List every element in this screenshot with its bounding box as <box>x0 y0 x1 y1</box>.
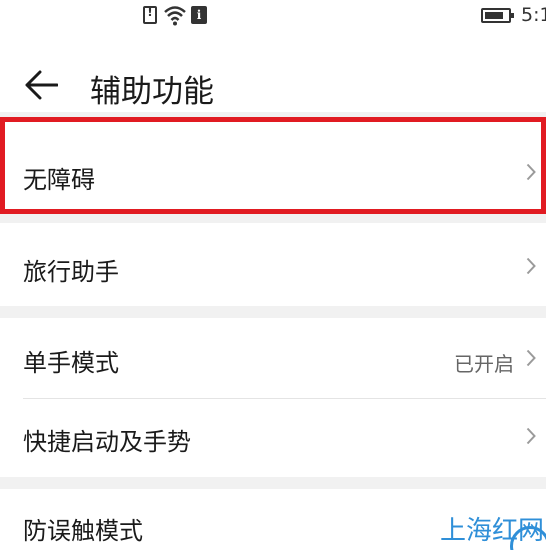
battery-charging-icon <box>481 8 514 23</box>
status-value: 已开启 <box>454 352 514 376</box>
status-bar: i 5:1 <box>0 0 546 32</box>
chevron-right-icon <box>526 257 536 275</box>
info-icon: i <box>191 6 207 24</box>
chevron-right-icon <box>526 427 536 445</box>
menu-item-label: 快捷启动及手势 <box>23 428 191 456</box>
alert-icon <box>143 5 157 24</box>
arrow-left-icon[interactable] <box>24 70 58 100</box>
status-time: 5:1 <box>521 4 546 26</box>
watermark-text: 上海红网 <box>440 516 545 546</box>
menu-item-label: 单手模式 <box>23 349 119 377</box>
header: 辅助功能 <box>0 32 546 112</box>
menu-item-accessibility[interactable]: 无障碍 <box>0 117 546 214</box>
menu-item-label: 无障碍 <box>23 166 95 194</box>
chevron-right-icon <box>526 163 536 181</box>
wifi-icon <box>164 6 186 26</box>
divider <box>23 398 546 399</box>
page-title: 辅助功能 <box>90 74 214 110</box>
menu-item-shortcuts-gestures[interactable]: 快捷启动及手势 <box>0 398 546 477</box>
screen: i 5:1 辅助功能 无障碍 旅行助手 单手模式 已开启 快捷启动及手势 <box>0 0 546 550</box>
menu-item-label: 旅行助手 <box>23 258 119 286</box>
menu-item-travel-assistant[interactable]: 旅行助手 <box>0 223 546 306</box>
menu-item-label: 防误触模式 <box>23 517 143 545</box>
menu-item-one-hand-mode[interactable]: 单手模式 已开启 <box>0 318 546 398</box>
chevron-right-icon <box>526 349 536 367</box>
